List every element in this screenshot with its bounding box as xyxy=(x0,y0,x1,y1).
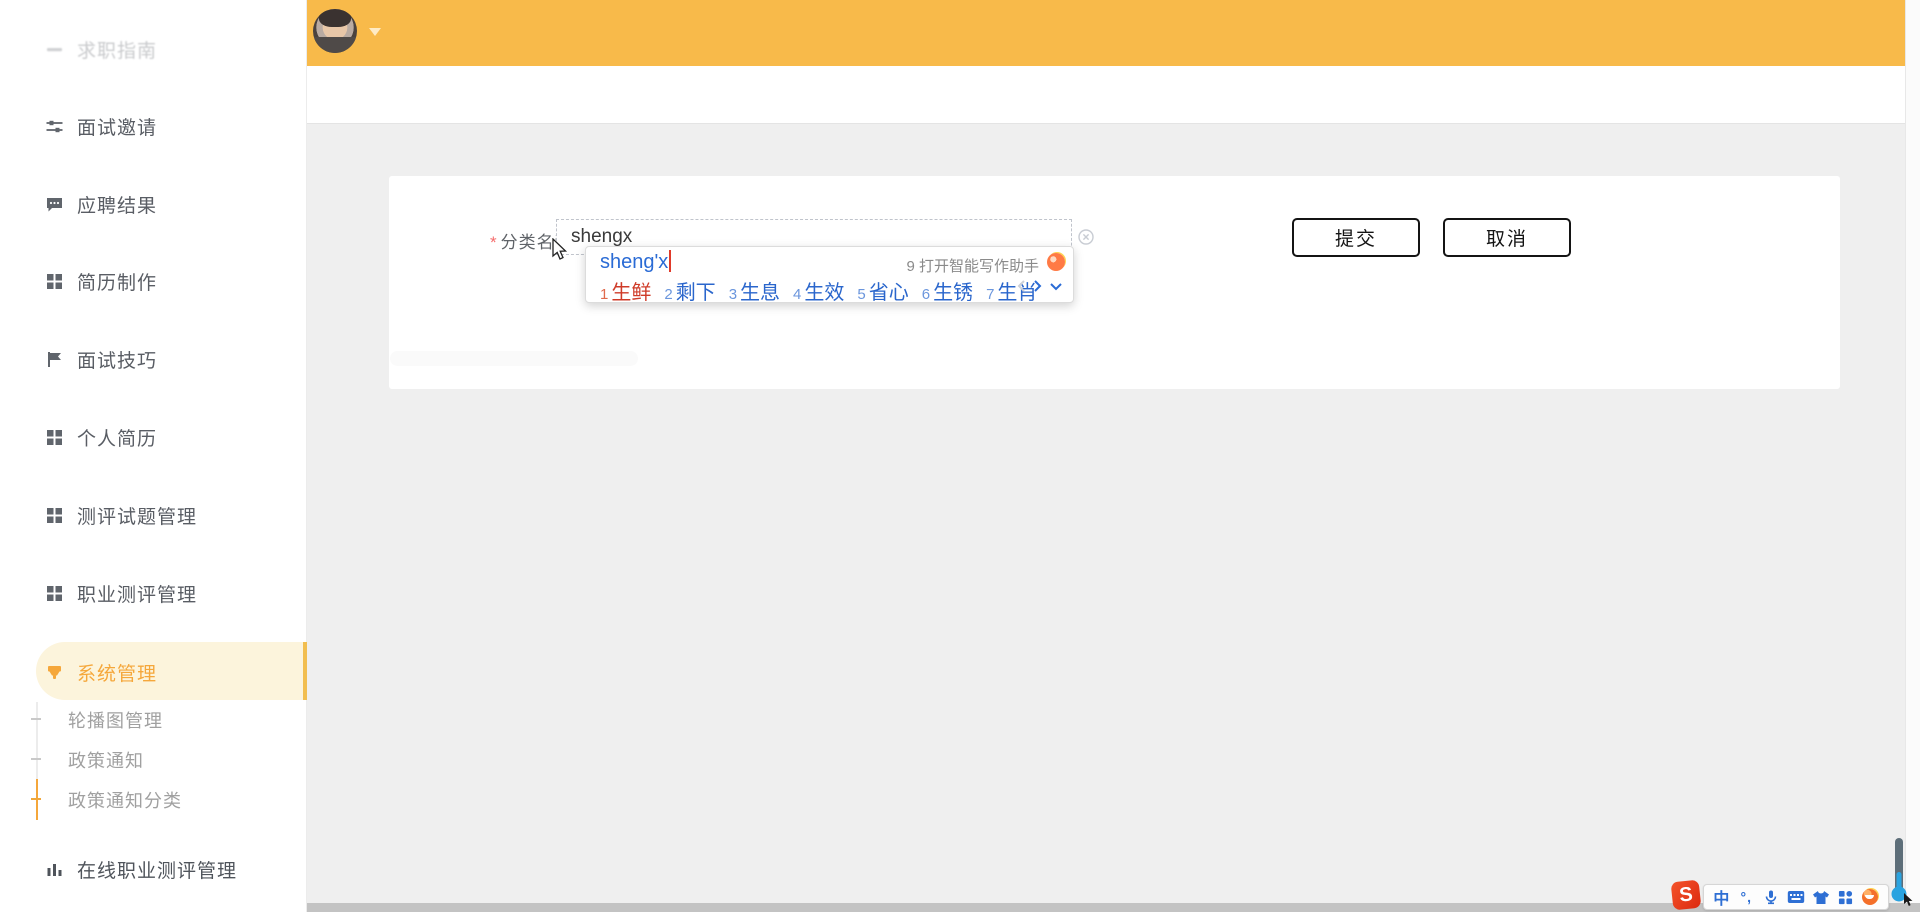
ime-candidate[interactable]: 6 生锈 xyxy=(922,276,973,305)
keyboard-icon[interactable] xyxy=(1786,887,1806,907)
submit-button[interactable]: 提交 xyxy=(1292,218,1420,257)
vertical-scrollbar-track[interactable] xyxy=(1905,0,1920,903)
sidebar: 求职指南 面试邀请 应聘结果 简历制作 面试技巧 个人简历 测评试题管理 职业测… xyxy=(0,0,307,912)
ime-candidate[interactable]: 5 省心 xyxy=(857,276,908,305)
sidebar-item-label: 系统管理 xyxy=(77,663,158,685)
sidebar-subitem-label: 政策通知 xyxy=(68,751,144,771)
ime-candidate[interactable]: 4 生效 xyxy=(793,276,844,305)
top-header-bar xyxy=(307,0,1920,66)
sidebar-item-label: 面试邀请 xyxy=(77,117,158,139)
caret-down-icon[interactable] xyxy=(369,28,381,36)
sidebar-item-personal-resume[interactable]: 个人简历 xyxy=(0,417,307,457)
bar-chart-icon xyxy=(45,860,64,879)
chinese-mode-icon[interactable]: 中 xyxy=(1711,887,1731,908)
circle-close-icon[interactable] xyxy=(1078,229,1094,245)
microphone-icon[interactable] xyxy=(1761,887,1781,907)
ime-candidate[interactable]: 2 剩下 xyxy=(664,276,715,305)
chevron-down-icon[interactable] xyxy=(1049,282,1063,291)
ime-text-caret xyxy=(669,250,671,272)
grid-icon xyxy=(45,272,64,291)
sidebar-item-system-mgmt[interactable]: 系统管理 xyxy=(0,652,307,692)
sidebar-item-label: 在线职业测评管理 xyxy=(77,860,238,882)
breadcrumb xyxy=(307,66,1920,124)
sidebar-item-application-results[interactable]: 应聘结果 xyxy=(0,184,307,224)
avatar-jacket xyxy=(313,37,357,53)
sidebar-item-clipped[interactable]: 求职指南 xyxy=(0,29,307,69)
next-page-icon[interactable] xyxy=(1033,279,1042,293)
writing-assistant-icon[interactable] xyxy=(1047,253,1065,271)
sidebar-subitem-policy-notice-category[interactable]: 政策通知分类 xyxy=(68,785,182,815)
required-asterisk: * xyxy=(490,233,497,252)
submenu-dash-icon xyxy=(31,758,41,760)
skin-icon[interactable] xyxy=(1811,887,1831,907)
sidebar-item-interview-skills[interactable]: 面试技巧 xyxy=(0,339,307,379)
grid-icon xyxy=(45,584,64,603)
sidebar-item-exam-question-mgmt[interactable]: 测评试题管理 xyxy=(0,495,307,535)
sidebar-subitem-policy-notice[interactable]: 政策通知 xyxy=(68,745,144,775)
sidebar-item-label: 个人简历 xyxy=(77,428,158,450)
mouse-cursor xyxy=(550,237,570,267)
ghost-highlight xyxy=(390,351,638,366)
ime-candidate[interactable]: 1 生鲜 xyxy=(600,276,651,305)
sidebar-item-label: 职业测评管理 xyxy=(77,584,198,606)
ime-candidate-popup: sheng'x 9 打开智能写作助手 1 生鲜 2 剩下 3 生息 4 生效 5 省心 6… xyxy=(585,246,1074,305)
emoji-icon[interactable] xyxy=(1860,887,1880,907)
sidebar-item-label: 简历制作 xyxy=(77,272,158,294)
ime-toolbar: 中 °, xyxy=(1703,884,1889,910)
sidebar-subitem-label: 政策通知分类 xyxy=(68,791,182,811)
sidebar-item-label: 面试技巧 xyxy=(77,350,158,372)
sidebar-item-online-assessment-mgmt[interactable]: 在线职业测评管理 xyxy=(0,849,307,889)
sidebar-subitem-label: 轮播图管理 xyxy=(68,711,163,731)
mouse-cursor-small xyxy=(1903,893,1914,912)
cancel-button[interactable]: 取消 xyxy=(1443,218,1571,257)
ime-composition-text: sheng'x xyxy=(600,251,669,273)
sidebar-item-label: 应聘结果 xyxy=(77,195,158,217)
flag-icon xyxy=(45,350,64,369)
grid-icon xyxy=(45,428,64,447)
avatar[interactable] xyxy=(313,9,357,53)
submenu-dash-icon xyxy=(31,798,41,800)
minus-icon xyxy=(45,40,64,59)
sidebar-item-label: 测评试题管理 xyxy=(77,506,198,528)
ime-candidate-list: 1 生鲜 2 剩下 3 生息 4 生效 5 省心 6 生锈 7 生肖 xyxy=(600,276,1037,305)
punctuation-icon[interactable]: °, xyxy=(1736,887,1756,907)
prev-page-icon[interactable] xyxy=(1017,279,1026,293)
sogou-logo[interactable]: S xyxy=(1670,879,1702,911)
input-value: shengx xyxy=(571,226,633,247)
sidebar-item-label: 求职指南 xyxy=(77,40,158,62)
ime-pager xyxy=(1017,279,1063,293)
avatar-hair xyxy=(319,9,351,27)
app-window: 求职指南 面试邀请 应聘结果 简历制作 面试技巧 个人简历 测评试题管理 职业测… xyxy=(0,0,1920,912)
toolbox-icon[interactable] xyxy=(1836,887,1856,907)
grid-icon xyxy=(45,506,64,525)
sidebar-item-career-assessment-mgmt[interactable]: 职业测评管理 xyxy=(0,573,307,613)
ime-candidate[interactable]: 3 生息 xyxy=(729,276,780,305)
submenu-dash-icon xyxy=(31,718,41,720)
sidebar-item-resume-builder[interactable]: 简历制作 xyxy=(0,261,307,301)
sidebar-subitem-carousel-mgmt[interactable]: 轮播图管理 xyxy=(68,705,163,735)
brush-icon xyxy=(45,663,64,682)
sidebar-item-interview-invite[interactable]: 面试邀请 xyxy=(0,106,307,146)
ime-assistant-hint[interactable]: 9 打开智能写作助手 xyxy=(906,255,1039,276)
sliders-icon xyxy=(45,117,64,136)
message-icon xyxy=(45,195,64,214)
